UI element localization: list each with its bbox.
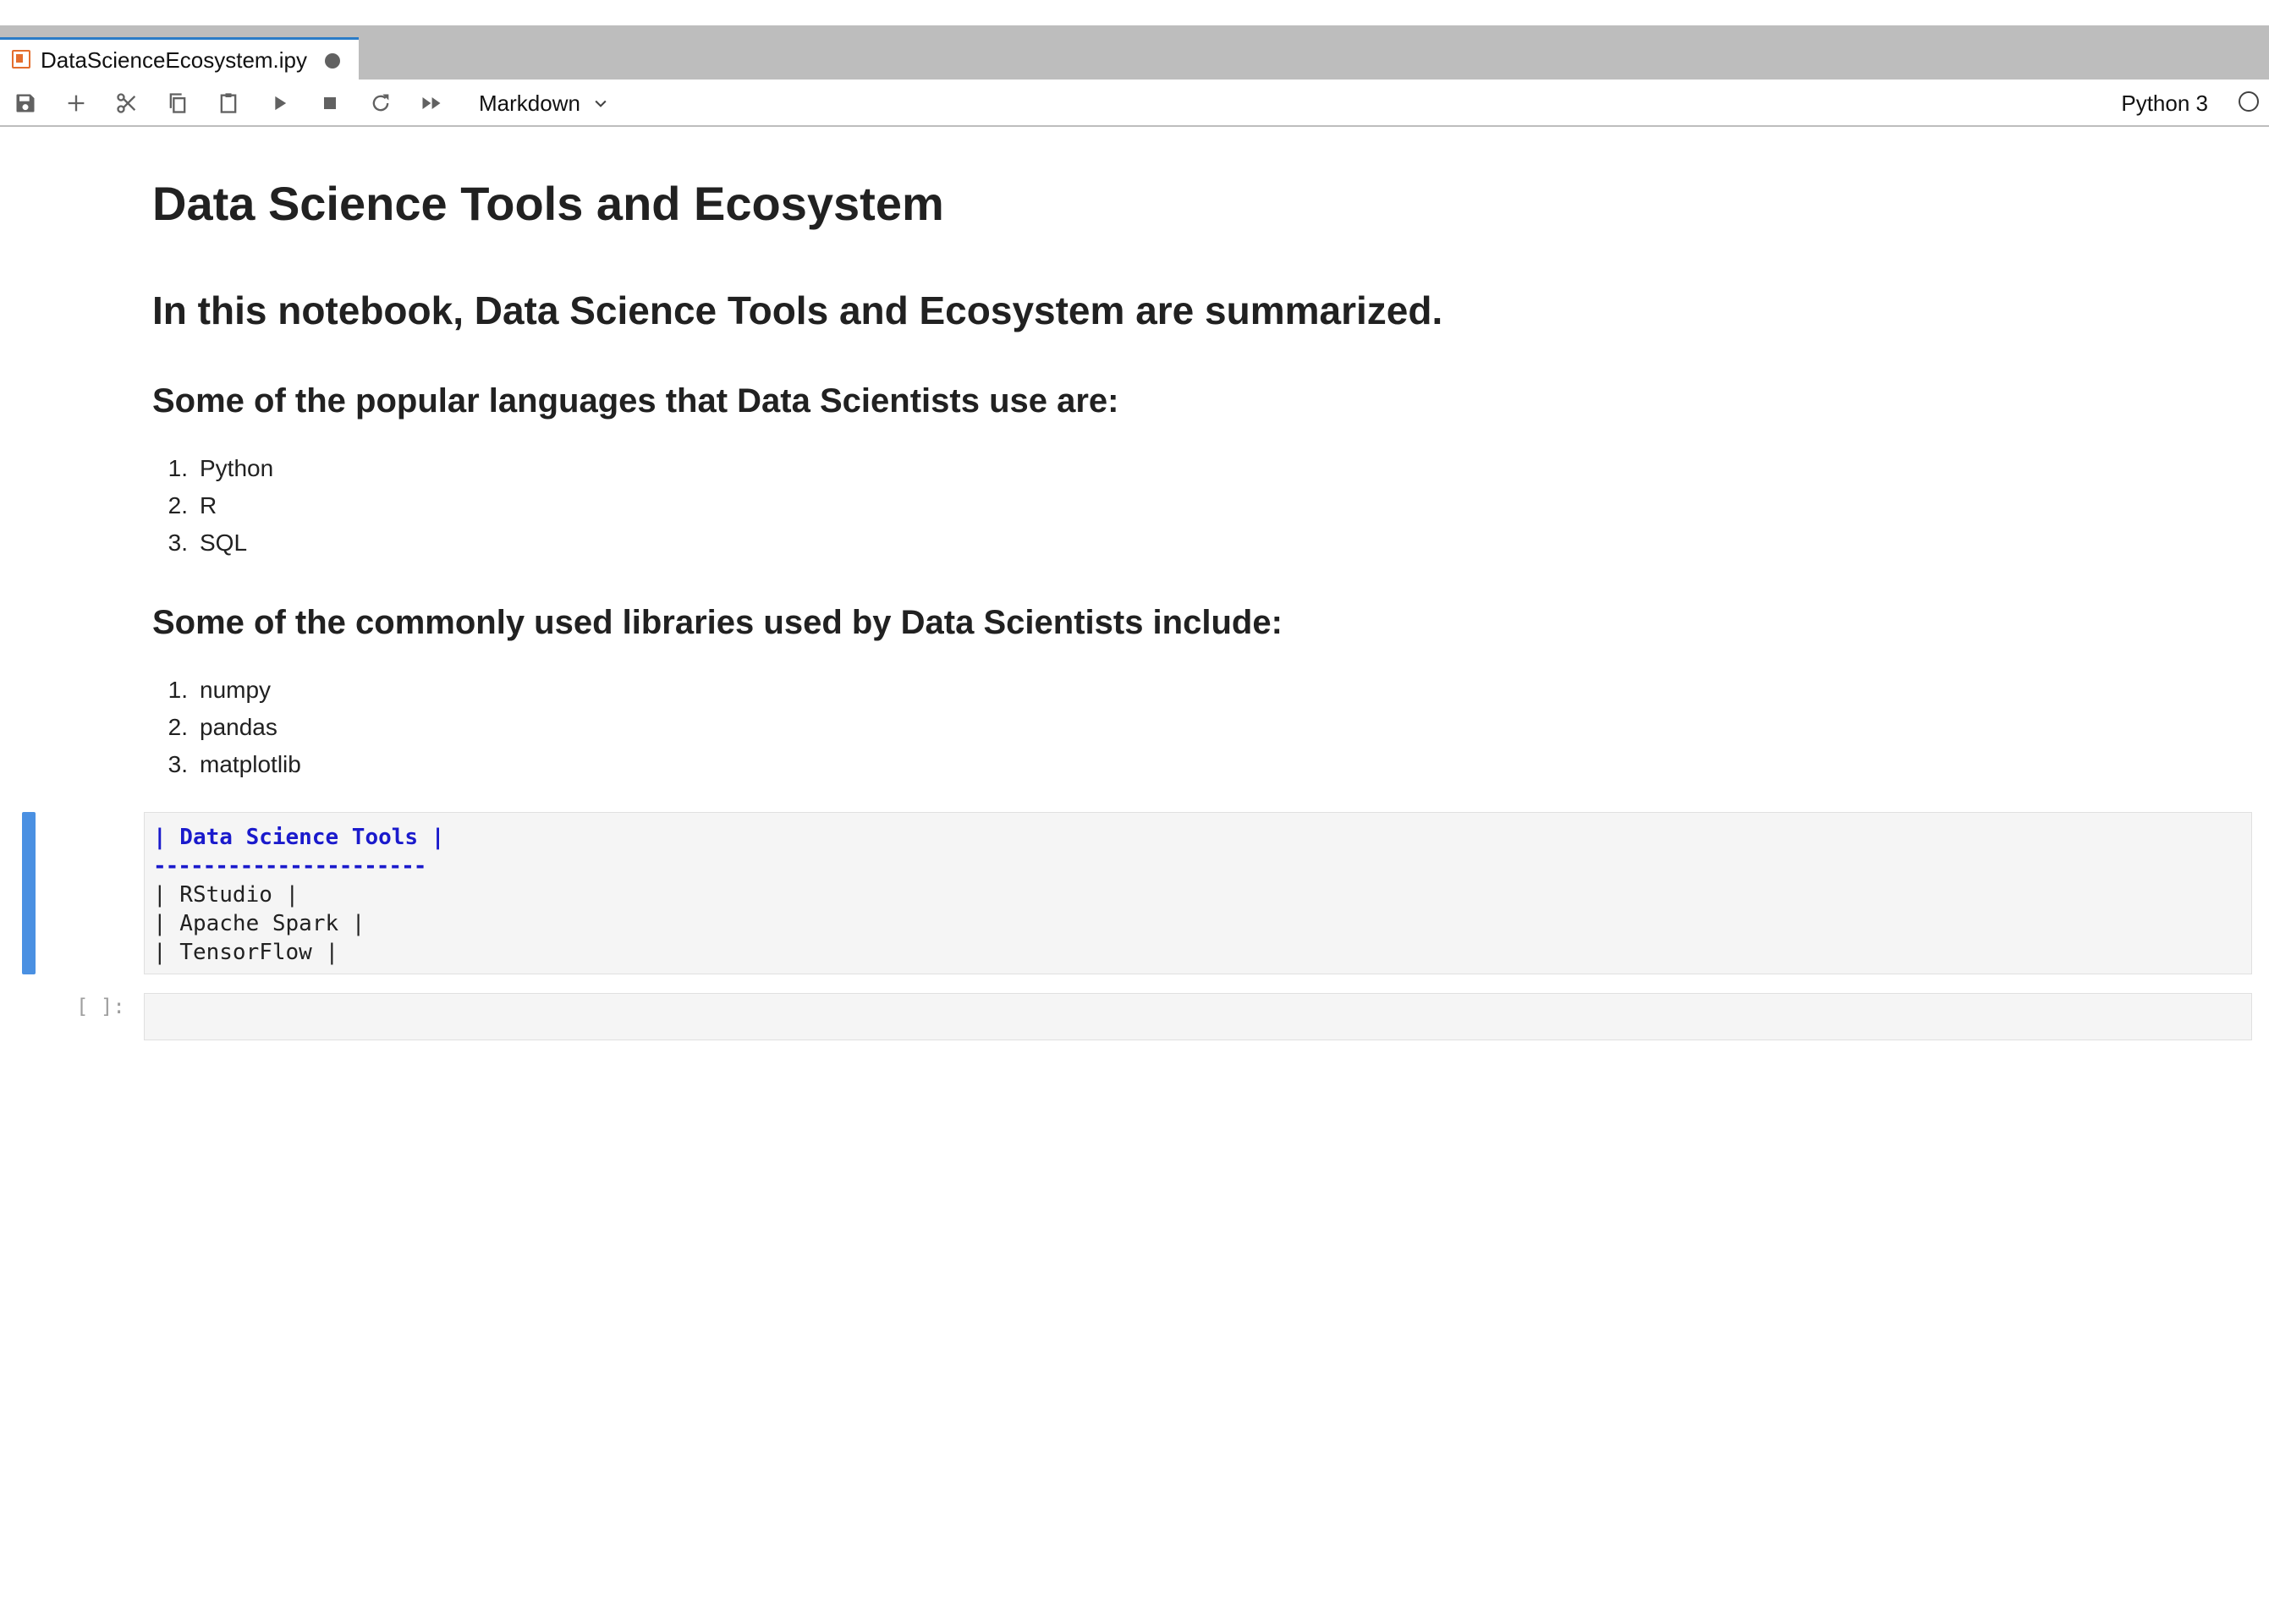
copy-icon [169,93,186,113]
list-item: 1. Python [152,450,2183,487]
play-icon [275,96,287,111]
editor-line: | TensorFlow | [153,940,339,965]
cell-type-label: Markdown [479,90,580,116]
list-item-text: Python [200,455,274,481]
cell-execution-prompt: [ ]: [76,995,125,1018]
languages-heading: Some of the popular languages that Data … [152,382,1119,420]
kernel-idle-icon [2239,91,2259,112]
tab-title: DataScienceEcosystem.ipy [41,47,308,73]
list-item-text: R [200,492,217,518]
notebook-intro-heading: In this notebook, Data Science Tools and… [152,288,1443,332]
editor-line: | Data Science Tools | [153,825,445,850]
list-item: 2. R [152,487,2183,524]
save-button[interactable] [8,86,42,120]
unsaved-dot-icon[interactable] [325,53,340,69]
editor-line: | Apache Spark | [153,911,365,936]
code-cell-input[interactable] [144,993,2252,1040]
fast-forward-icon [422,97,441,109]
restart-button[interactable] [364,86,398,120]
scissors-icon [117,93,136,113]
libraries-heading: Some of the commonly used libraries used… [152,604,1283,641]
cell-type-dropdown[interactable]: Markdown [479,86,609,120]
libraries-list: 1. numpy 2. pandas 3. matplotlib [152,672,2183,783]
kernel-name[interactable]: Python 3 [2121,86,2208,120]
tab-bar: DataScienceEcosystem.ipy [0,25,2269,80]
list-item-text: pandas [200,714,277,740]
list-item-text: matplotlib [200,751,301,777]
plus-icon [68,95,85,112]
stop-icon [324,97,336,109]
save-icon [16,94,35,112]
run-button[interactable] [262,86,296,120]
clipboard-icon [220,93,237,113]
window-top-strip [0,0,2269,25]
add-cell-button[interactable] [59,86,93,120]
run-all-button[interactable] [415,86,448,120]
editor-line: | RStudio | [153,882,299,908]
list-item: 3. SQL [152,524,2183,562]
restart-icon [372,94,389,112]
notebook-panel: Data Science Tools and Ecosystem In this… [0,127,2269,1624]
paste-button[interactable] [212,86,245,120]
cut-button[interactable] [110,86,144,120]
list-item-text: SQL [200,529,248,556]
notebook-title-heading: Data Science Tools and Ecosystem [152,177,944,230]
stop-button[interactable] [313,86,347,120]
markdown-cell-editor[interactable]: | Data Science Tools | -----------------… [144,812,2252,974]
editor-line: ---------------------- [153,853,426,879]
notebook-toolbar: Markdown Python 3 [0,80,2269,127]
copy-button[interactable] [161,86,195,120]
list-item: 2. pandas [152,709,2183,746]
list-item-text: numpy [200,677,272,703]
notebook-tab[interactable]: DataScienceEcosystem.ipy [0,37,359,80]
active-cell-indicator[interactable] [22,812,36,974]
languages-list: 1. Python 2. R 3. SQL [152,450,2183,562]
notebook-icon [12,50,30,69]
list-item: 3. matplotlib [152,746,2183,783]
list-item: 1. numpy [152,672,2183,709]
chevron-down-icon [595,100,607,107]
